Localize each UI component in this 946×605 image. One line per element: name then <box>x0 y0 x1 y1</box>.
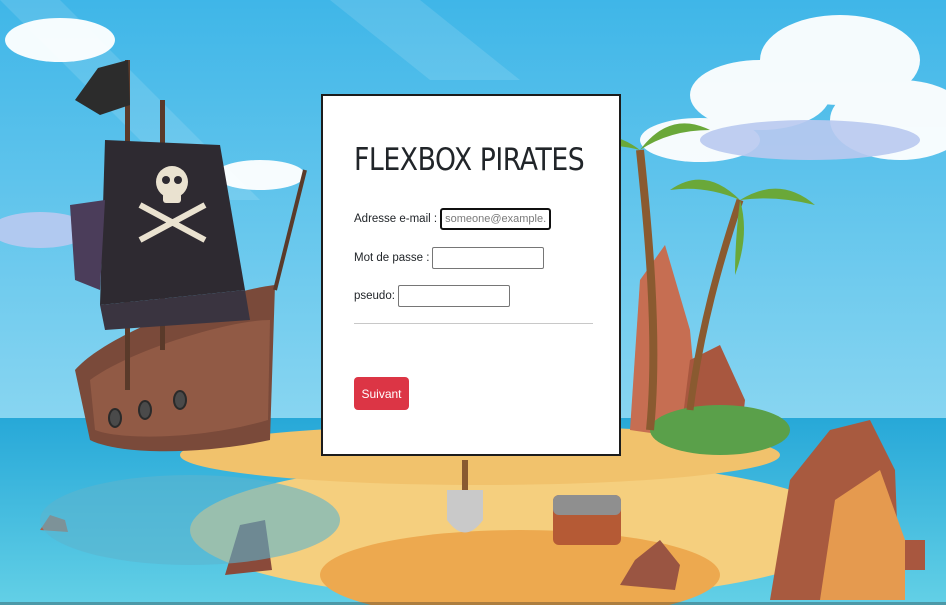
email-field[interactable] <box>440 208 552 230</box>
pseudo-label: pseudo: <box>354 290 395 302</box>
form-divider <box>354 323 593 324</box>
email-label: Adresse e-mail : <box>354 213 438 225</box>
form-title: FLEXBOX PIRATES <box>354 142 585 178</box>
login-form-card: FLEXBOX PIRATES Adresse e-mail : Mot de … <box>321 94 621 456</box>
next-button[interactable]: Suivant <box>354 377 409 410</box>
pseudo-row: pseudo: <box>354 285 510 307</box>
password-field[interactable] <box>432 247 545 269</box>
email-row: Adresse e-mail : <box>354 208 552 230</box>
pseudo-field[interactable] <box>397 285 510 307</box>
password-label: Mot de passe : <box>354 252 430 264</box>
password-row: Mot de passe : <box>354 247 545 269</box>
